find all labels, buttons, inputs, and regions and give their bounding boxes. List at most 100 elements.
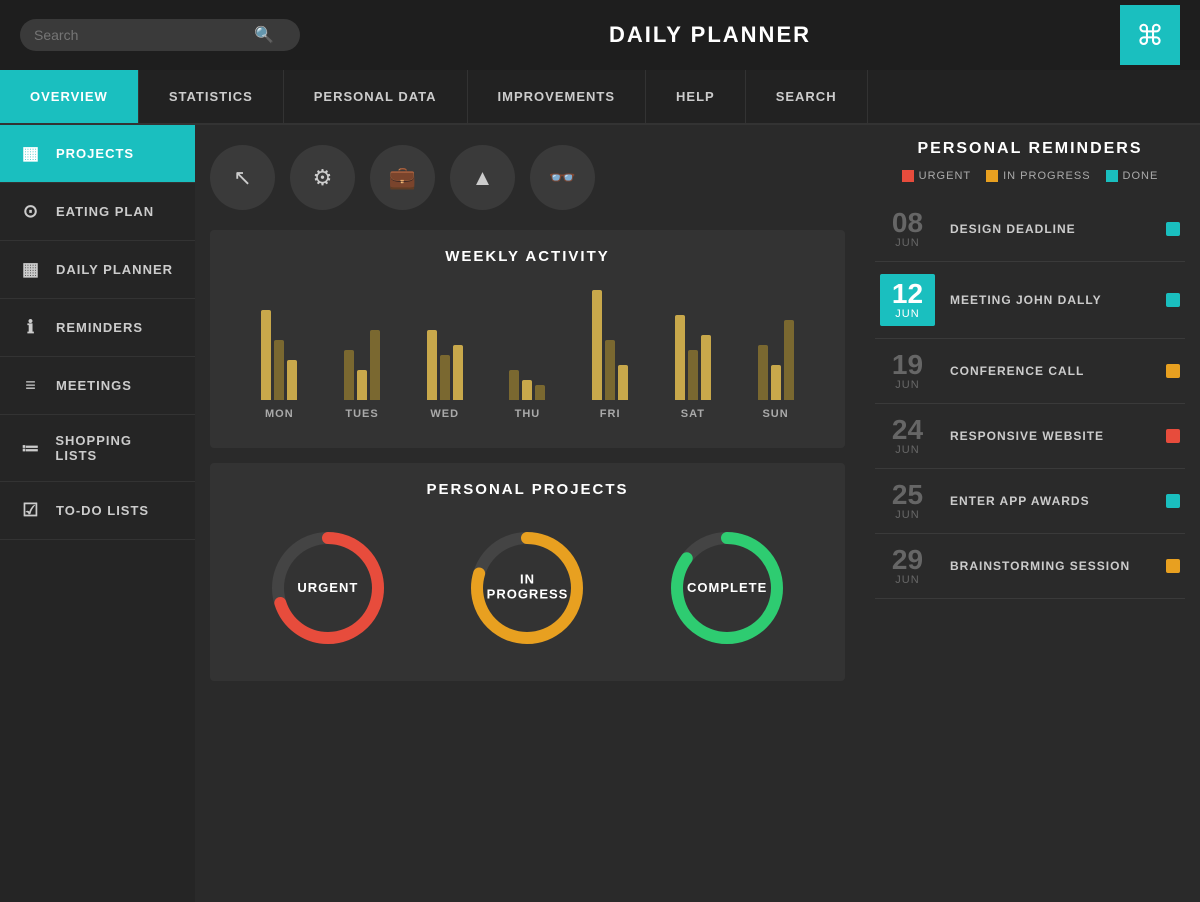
personal-projects-panel: PERSONAL PROJECTS URGENT IN PROG	[210, 463, 845, 681]
day-label-tues: TUES	[345, 408, 378, 420]
sidebar-label-projects: PROJECTS	[56, 146, 134, 161]
day-fri: FRI	[592, 280, 628, 420]
legend-dot-done	[1106, 170, 1118, 182]
daily-planner-icon: ▦	[20, 259, 42, 280]
sidebar-item-todo-lists[interactable]: ☑ TO-DO LISTS	[0, 482, 195, 540]
donut-urgent-label: URGENT	[297, 580, 358, 595]
tab-search[interactable]: SEARCH	[746, 70, 868, 123]
reminder-text-24: RESPONSIVE WEBSITE	[950, 429, 1151, 443]
eating-plan-icon: ⊙	[20, 201, 42, 222]
briefcase-icon-btn[interactable]: 💼	[370, 145, 435, 210]
reminder-status-19	[1166, 364, 1180, 378]
day-label-thu: THU	[515, 408, 541, 420]
meetings-icon: ≡	[20, 375, 42, 396]
projects-icon: ▦	[20, 143, 42, 164]
donut-progress-label: IN PROGRESS	[487, 572, 569, 602]
bar-sun-3	[784, 320, 794, 400]
bar-sun-2	[771, 365, 781, 400]
tab-improvements[interactable]: IMPROVEMENTS	[468, 70, 646, 123]
donut-complete: COMPLETE	[662, 523, 792, 653]
personal-projects-title: PERSONAL PROJECTS	[228, 481, 827, 498]
reminder-month-29: JUN	[880, 574, 935, 586]
right-panel: PERSONAL REMINDERS URGENT IN PROGRESS DO…	[860, 125, 1200, 902]
bar-wed-1	[427, 330, 437, 400]
reminder-month-08: JUN	[880, 237, 935, 249]
reminder-text-29: BRAINSTORMING SESSION	[950, 559, 1151, 573]
bar-wed-2	[440, 355, 450, 400]
reminder-month-24: JUN	[880, 444, 935, 456]
reminder-24-jun: 24 JUN RESPONSIVE WEBSITE	[875, 404, 1185, 469]
reminder-date-19: 19 JUN	[880, 351, 935, 391]
sidebar-item-projects[interactable]: ▦ PROJECTS	[0, 125, 195, 183]
search-button[interactable]: 🔍	[254, 25, 274, 45]
sidebar-item-shopping-lists[interactable]: ≔ SHOPPING LISTS	[0, 415, 195, 482]
projects-row: URGENT IN PROGRESS COMPLETE	[228, 513, 827, 663]
cursor-icon-btn[interactable]: ↖	[210, 145, 275, 210]
page-title: DAILY PLANNER	[609, 22, 811, 48]
reminder-day-25: 25	[880, 481, 935, 509]
reminder-text-19: CONFERENCE CALL	[950, 364, 1151, 378]
bar-sun-1	[758, 345, 768, 400]
search-input[interactable]	[34, 27, 254, 43]
tab-personal-data[interactable]: PERSONAL DATA	[284, 70, 468, 123]
sidebar-label-eating-plan: EATING PLAN	[56, 204, 154, 219]
reminder-status-25	[1166, 494, 1180, 508]
day-wed: WED	[427, 280, 463, 420]
reminder-25-jun: 25 JUN ENTER APP AWARDS	[875, 469, 1185, 534]
day-label-wed: WED	[430, 408, 459, 420]
day-sat: SAT	[675, 280, 711, 420]
sidebar-item-daily-planner[interactable]: ▦ DAILY PLANNER	[0, 241, 195, 299]
legend-progress: IN PROGRESS	[986, 170, 1090, 182]
reminder-status-08	[1166, 222, 1180, 236]
reminder-day-19: 19	[880, 351, 935, 379]
reminders-title: PERSONAL REMINDERS	[875, 140, 1185, 158]
reminder-status-12	[1166, 293, 1180, 307]
bar-tues-2	[357, 370, 367, 400]
glasses-icon-btn[interactable]: 👓	[530, 145, 595, 210]
nav-tabs: OVERVIEW STATISTICS PERSONAL DATA IMPROV…	[0, 70, 1200, 125]
sidebar-label-meetings: MEETINGS	[56, 378, 132, 393]
reminder-19-jun: 19 JUN CONFERENCE CALL	[875, 339, 1185, 404]
day-sun: SUN	[758, 280, 794, 420]
donut-complete-label: COMPLETE	[687, 580, 767, 595]
settings-icon-btn[interactable]: ⚙	[290, 145, 355, 210]
bar-thu-3	[535, 385, 545, 400]
reminder-status-29	[1166, 559, 1180, 573]
sidebar: ▦ PROJECTS ⊙ EATING PLAN ▦ DAILY PLANNER…	[0, 125, 195, 902]
content-area: ↖ ⚙ 💼 ▲ 👓 WEEKLY ACTIVITY MON	[195, 125, 860, 902]
sidebar-item-eating-plan[interactable]: ⊙ EATING PLAN	[0, 183, 195, 241]
bar-mon-2	[274, 340, 284, 400]
bar-tues-3	[370, 330, 380, 400]
legend-dot-progress	[986, 170, 998, 182]
legend-done: DONE	[1106, 170, 1159, 182]
legend-label-done: DONE	[1123, 170, 1159, 182]
bar-wed-3	[453, 345, 463, 400]
icon-row: ↖ ⚙ 💼 ▲ 👓	[210, 140, 845, 215]
legend-label-urgent: URGENT	[919, 170, 971, 182]
bar-tues-1	[344, 350, 354, 400]
sidebar-item-reminders[interactable]: ℹ REMINDERS	[0, 299, 195, 357]
day-tues: TUES	[344, 280, 380, 420]
tab-statistics[interactable]: STATISTICS	[139, 70, 284, 123]
legend-dot-urgent	[902, 170, 914, 182]
sidebar-item-meetings[interactable]: ≡ MEETINGS	[0, 357, 195, 415]
reminder-date-25: 25 JUN	[880, 481, 935, 521]
main-layout: ▦ PROJECTS ⊙ EATING PLAN ▦ DAILY PLANNER…	[0, 125, 1200, 902]
sidebar-label-daily-planner: DAILY PLANNER	[56, 262, 173, 277]
search-bar[interactable]: 🔍	[20, 19, 300, 51]
landscape-icon-btn[interactable]: ▲	[450, 145, 515, 210]
sidebar-label-shopping: SHOPPING LISTS	[55, 433, 175, 463]
shopping-icon: ≔	[20, 438, 41, 459]
reminder-date-12: 12 JUN	[880, 274, 935, 326]
reminder-text-25: ENTER APP AWARDS	[950, 494, 1151, 508]
day-label-mon: MON	[265, 408, 294, 420]
reminder-text-12: MEETING JOHN DALLY	[950, 293, 1151, 307]
reminder-month-25: JUN	[880, 509, 935, 521]
tab-overview[interactable]: OVERVIEW	[0, 70, 139, 123]
tab-help[interactable]: HELP	[646, 70, 746, 123]
reminder-month-12: JUN	[890, 308, 925, 320]
reminder-date-24: 24 JUN	[880, 416, 935, 456]
bar-sat-2	[688, 350, 698, 400]
reminders-legend: URGENT IN PROGRESS DONE	[875, 170, 1185, 182]
donut-in-progress: IN PROGRESS	[462, 523, 592, 653]
